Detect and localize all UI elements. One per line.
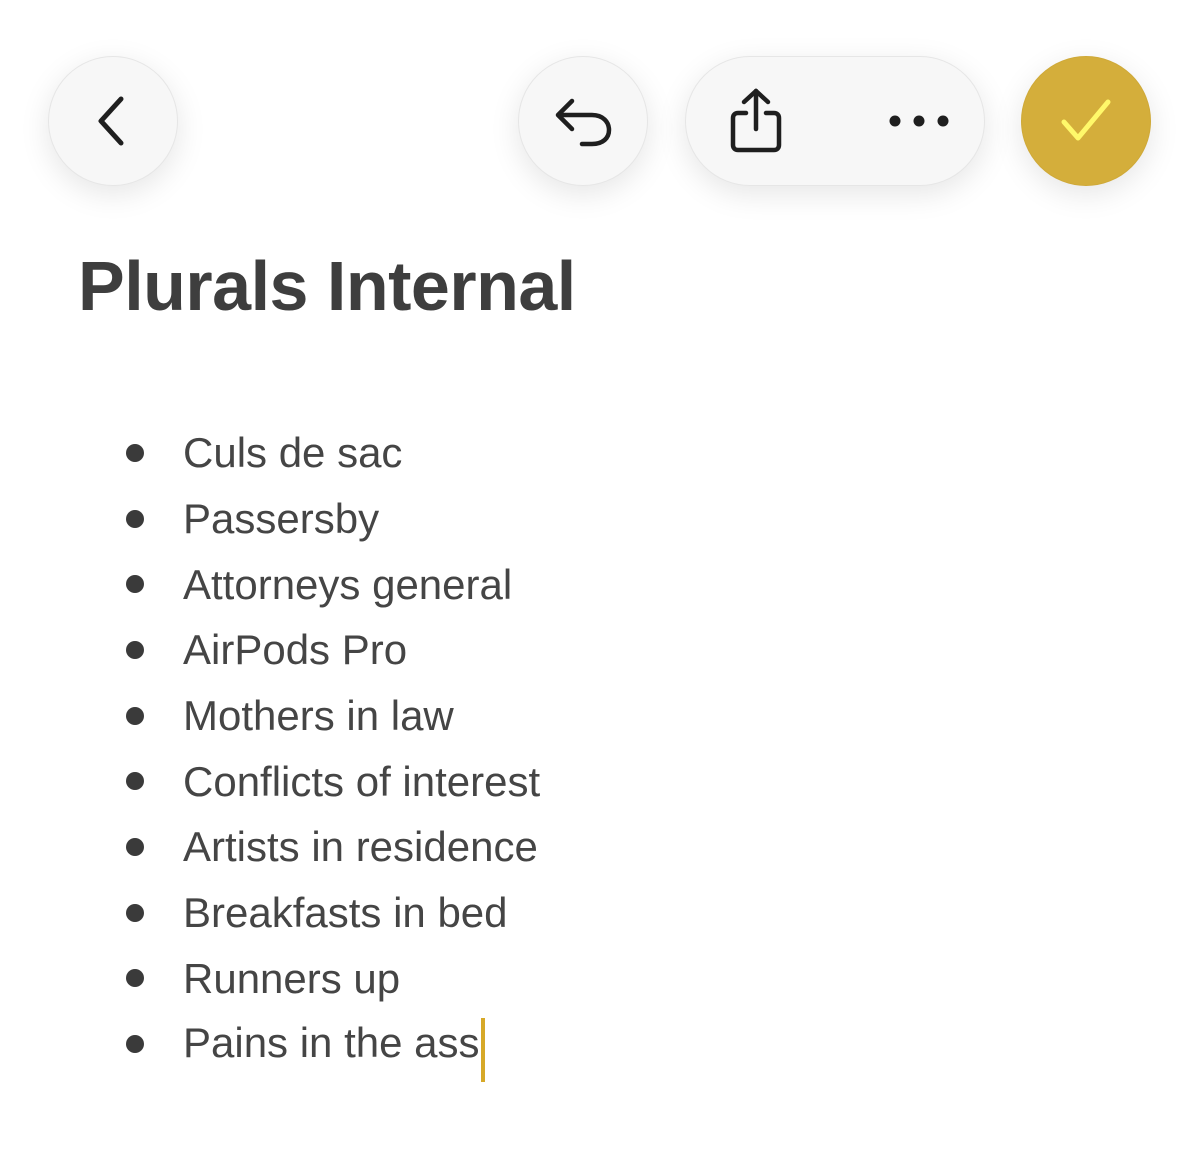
checkmark-icon — [1058, 96, 1114, 146]
note-title[interactable]: Plurals Internal — [78, 246, 576, 326]
list-item-text[interactable]: Passersby — [183, 486, 379, 551]
bullet-icon — [126, 575, 144, 594]
list-item-text[interactable]: Culs de sac — [183, 420, 402, 485]
bullet-icon — [126, 969, 144, 988]
list-item-text-wrap[interactable]: Pains in the ass — [183, 1010, 485, 1082]
list-item[interactable]: Mothers in law — [0, 683, 1200, 749]
list-item[interactable]: Breakfasts in bed — [0, 880, 1200, 946]
bullet-icon — [126, 772, 144, 791]
actions-pill — [685, 56, 985, 186]
list-item[interactable]: Runners up — [0, 946, 1200, 1012]
bullet-icon — [126, 640, 144, 659]
bullet-icon — [126, 1035, 144, 1054]
back-button[interactable] — [48, 56, 178, 186]
list-item-text[interactable]: Attorneys general — [183, 552, 512, 617]
undo-arrow-icon — [552, 93, 614, 149]
list-item-text[interactable]: Mothers in law — [183, 683, 454, 748]
bullet-icon — [126, 706, 144, 725]
list-item-text[interactable]: Breakfasts in bed — [183, 880, 508, 945]
list-item-text[interactable]: Artists in residence — [183, 814, 538, 879]
chevron-left-icon — [93, 91, 133, 151]
list-item[interactable]: Artists in residence — [0, 814, 1200, 880]
done-button[interactable] — [1021, 56, 1151, 186]
ellipsis-icon — [887, 113, 951, 129]
bullet-icon — [126, 837, 144, 856]
note-bullet-list[interactable]: Culs de sac Passersby Attorneys general … — [0, 420, 1200, 1082]
undo-button[interactable] — [518, 56, 648, 186]
list-item-text[interactable]: Runners up — [183, 946, 400, 1011]
list-item-text[interactable]: AirPods Pro — [183, 617, 407, 682]
list-item[interactable]: Conflicts of interest — [0, 748, 1200, 814]
list-item[interactable]: Pains in the ass — [0, 1010, 1200, 1082]
text-caret — [480, 1017, 485, 1082]
list-item[interactable]: Attorneys general — [0, 551, 1200, 617]
list-item-text[interactable]: Conflicts of interest — [183, 749, 540, 814]
list-item[interactable]: Culs de sac — [0, 420, 1200, 486]
bullet-icon — [126, 509, 144, 528]
bullet-icon — [126, 443, 144, 462]
list-item-text[interactable]: Pains in the ass — [183, 1019, 480, 1066]
share-button[interactable] — [686, 57, 826, 184]
bullet-icon — [126, 903, 144, 922]
share-icon — [726, 87, 786, 155]
toolbar — [0, 0, 1200, 240]
more-button[interactable] — [851, 57, 986, 184]
list-item[interactable]: AirPods Pro — [0, 617, 1200, 683]
list-item[interactable]: Passersby — [0, 486, 1200, 552]
